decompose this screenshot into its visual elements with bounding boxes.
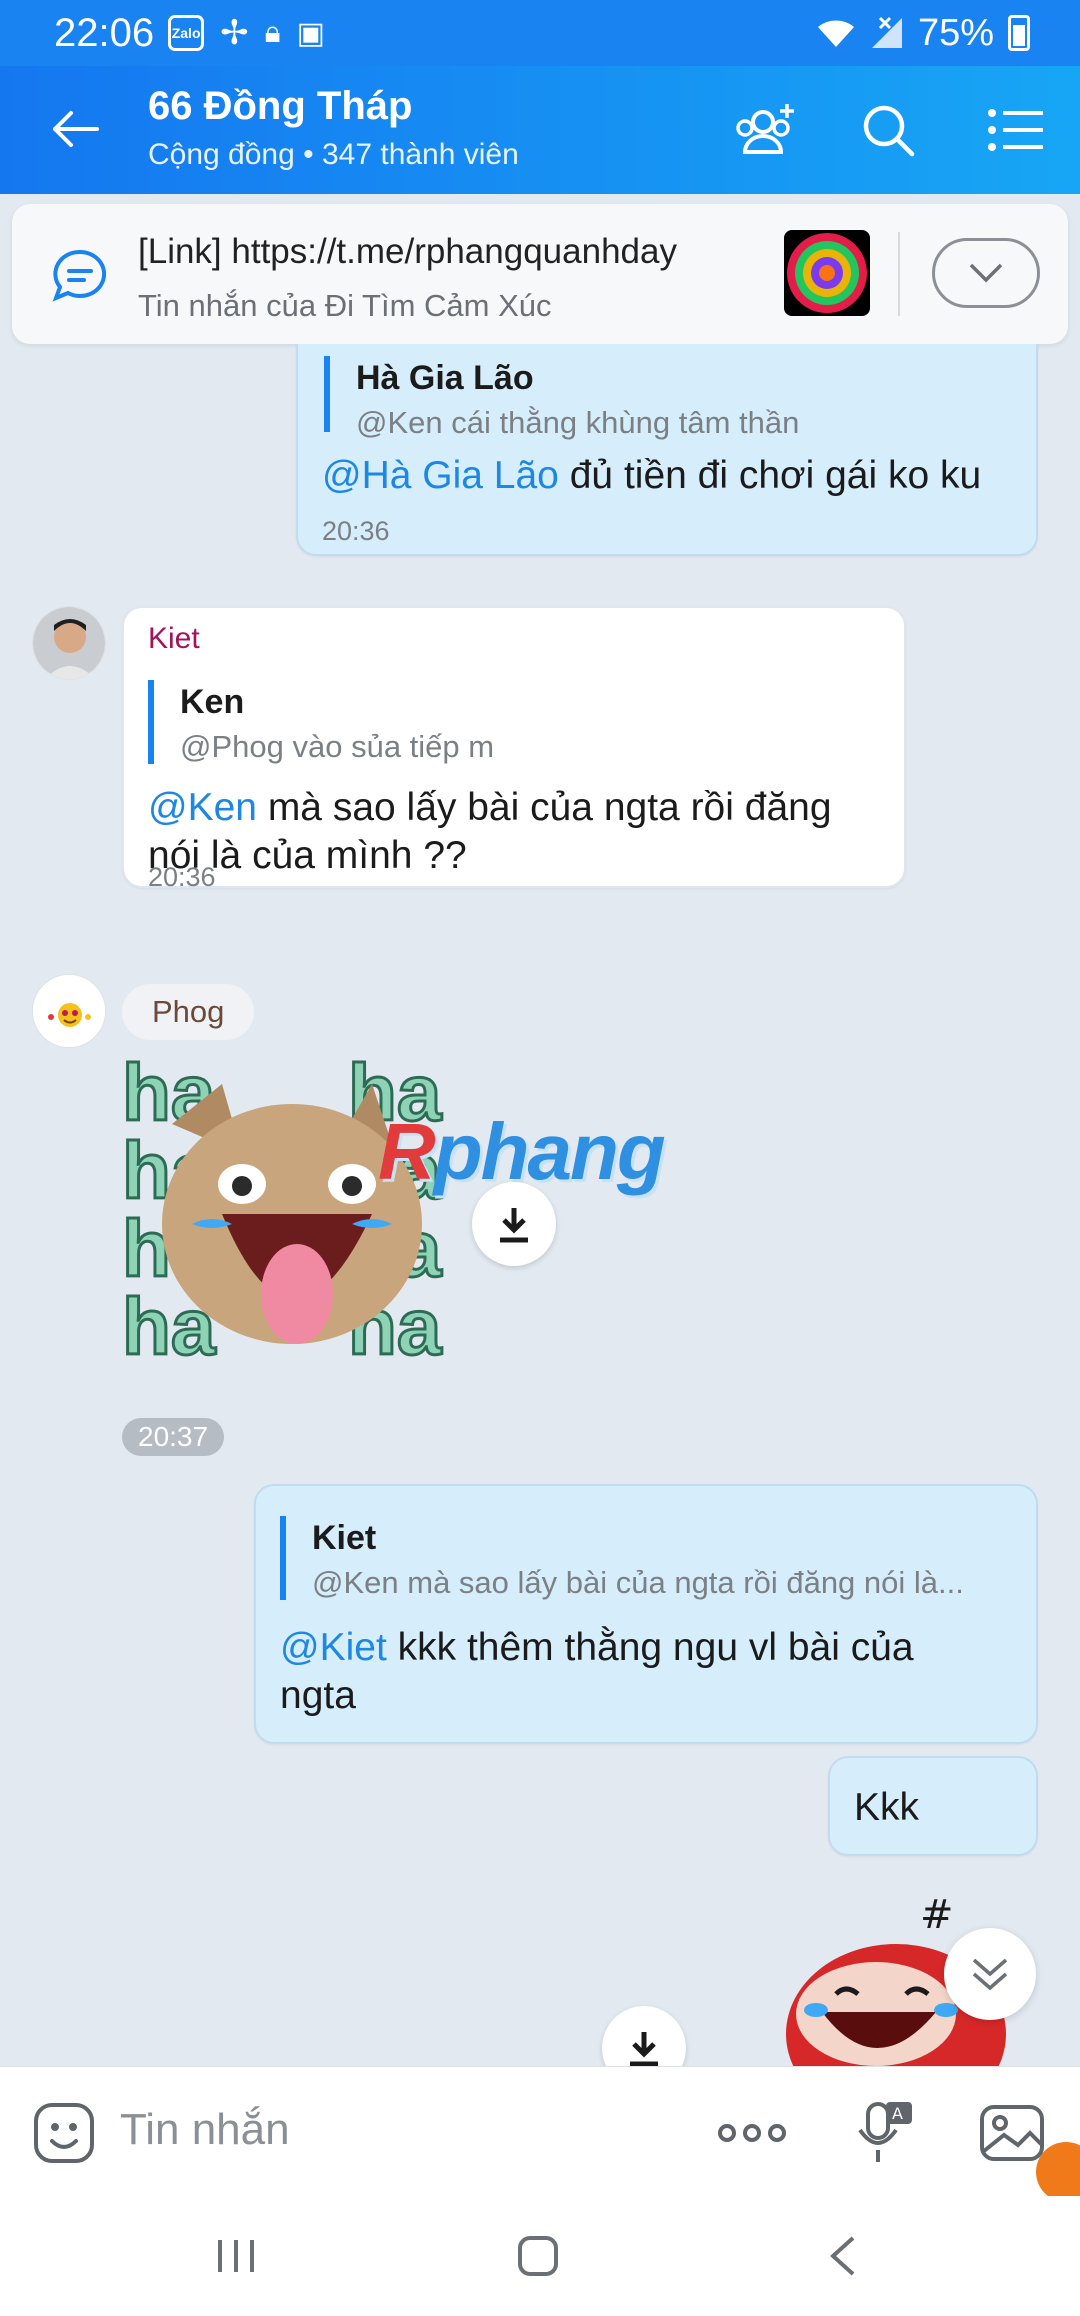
chevron-down-icon [969,263,1003,283]
message-composer: Tin nhắn A [0,2066,1080,2196]
message-time: 20:36 [148,862,216,892]
system-back-button[interactable] [802,2226,882,2286]
message-bubble-outgoing[interactable]: Kkk [828,1756,1038,1856]
pinned-message-banner[interactable]: [Link] https://t.me/rphangquanhday Tin n… [12,204,1068,344]
fan-icon: ✢ [220,14,249,52]
mention-link[interactable]: @Kiet [280,1626,387,1669]
quote-author: Ken [180,683,245,721]
pinned-title: [Link] https://t.me/rphangquanhday [138,232,677,271]
quote-author: Kiet [312,1519,377,1557]
notification-icons: Zalo ✢ 🔒︎ ▣ [168,13,325,53]
download-sticker-button[interactable] [602,2006,686,2066]
microphone-text-icon: A [858,2102,912,2162]
message-bubble-incoming[interactable]: Kiet Ken @Phog vào sủa tiếp m @Ken mà sa… [122,606,906,892]
home-button[interactable] [498,2226,578,2286]
quote-text: @Ken mà sao lấy bài của ngta rồi đăng nó… [312,1565,964,1600]
mention-link[interactable]: @Hà Gia Lão [322,454,559,497]
message-input[interactable]: Tin nhắn [120,2105,290,2155]
chevron-left-icon [830,2236,855,2276]
more-dots-icon [718,2124,786,2142]
sender-name[interactable]: Kiet [148,622,200,656]
person-photo [33,607,105,679]
download-icon [500,1208,528,1243]
battery-icon [1008,15,1030,51]
more-options-button[interactable] [714,2095,790,2171]
message-text: Kkk [854,1786,920,1829]
sender-name-pill[interactable]: Phog [122,984,255,1040]
list-menu-icon [988,109,1043,151]
message-list[interactable]: Hà Gia Lão @Ken cái thằng khùng tâm thần… [0,344,1080,2066]
message-text: @Hà Gia Lão đủ tiền đi chơi gái ko ku [322,454,982,497]
recent-apps-icon [218,2240,254,2272]
gallery-icon [980,2105,1044,2161]
home-icon [518,2236,558,2276]
avatar-kiet[interactable] [32,606,106,680]
add-member-button[interactable] [730,94,802,166]
battery-percent: 75% [917,11,994,54]
pinned-expand-button[interactable] [932,238,1040,308]
sticker-time: 20:37 [122,1418,225,1456]
download-sticker-button[interactable] [472,1182,556,1266]
group-subtitle: Cộng đồng • 347 thành viên [148,138,519,171]
quote-text: @Ken cái thằng khùng tâm thần [356,405,800,440]
message-text: @Ken mà sao lấy bài của ngta rồi đăng nó… [148,786,832,877]
signal-icon [871,16,902,48]
menu-button[interactable] [980,94,1052,166]
back-arrow-icon [53,111,99,147]
reply-quote[interactable]: Hà Gia Lão @Ken cái thằng khùng tâm thần [324,356,1004,440]
svg-text:#: # [920,1892,954,1938]
status-time: 22:06 [54,10,155,55]
sticker-laughing-cat[interactable]: hahahaha hahahaha [120,1051,462,1372]
mention-link[interactable]: @Ken [148,786,257,829]
image-icon: ▣ [296,16,325,50]
pinned-divider [898,232,900,316]
voice-to-text-button[interactable]: A [846,2095,922,2171]
lock-icon: 🔒︎ [264,16,281,49]
sticker-button[interactable] [26,2095,102,2171]
reply-quote[interactable]: Ken @Phog vào sủa tiếp m [148,680,868,764]
double-chevron-down-icon [972,1958,1008,1991]
svg-text:A: A [892,2104,903,2123]
download-icon [630,2032,658,2066]
group-title[interactable]: 66 Đồng Tháp [148,84,412,129]
message-bubble-outgoing[interactable]: Hà Gia Lão @Ken cái thằng khùng tâm thần… [296,344,1038,556]
back-button[interactable] [40,94,110,164]
status-bar: 22:06 Zalo ✢ 🔒︎ ▣ 75% [0,0,1080,66]
quote-text: @Phog vào sủa tiếp m [180,729,495,764]
pinned-thumbnail [784,230,870,316]
wifi-icon [817,20,854,47]
search-button[interactable] [852,94,924,166]
recent-apps-button[interactable] [196,2226,276,2286]
mandala-image [787,233,867,313]
avatar-phog[interactable] [32,974,106,1048]
system-nav-bar [0,2196,1080,2316]
quote-author: Hà Gia Lão [356,359,534,397]
smiley-icon [34,2103,94,2163]
add-user-icon [736,104,794,154]
reply-quote[interactable]: Kiet @Ken mà sao lấy bài của ngta rồi đă… [280,1516,1010,1600]
message-bubble-icon [52,249,107,302]
zalo-app-icon: Zalo [168,15,205,51]
message-text: @Kiet kkk thêm thằng ngu vl bài của ngta [280,1626,914,1717]
search-icon [863,105,915,157]
message-time: 20:36 [322,516,390,546]
pinned-subtitle: Tin nhắn của Đi Tìm Cảm Xúc [138,288,552,323]
message-bubble-outgoing[interactable]: Kiet @Ken mà sao lấy bài của ngta rồi đă… [254,1484,1038,1744]
chat-header: 66 Đồng Tháp Cộng đồng • 347 thành viên [0,66,1080,194]
emoji-avatar [33,975,105,1047]
scroll-to-bottom-button[interactable] [944,1928,1036,2020]
